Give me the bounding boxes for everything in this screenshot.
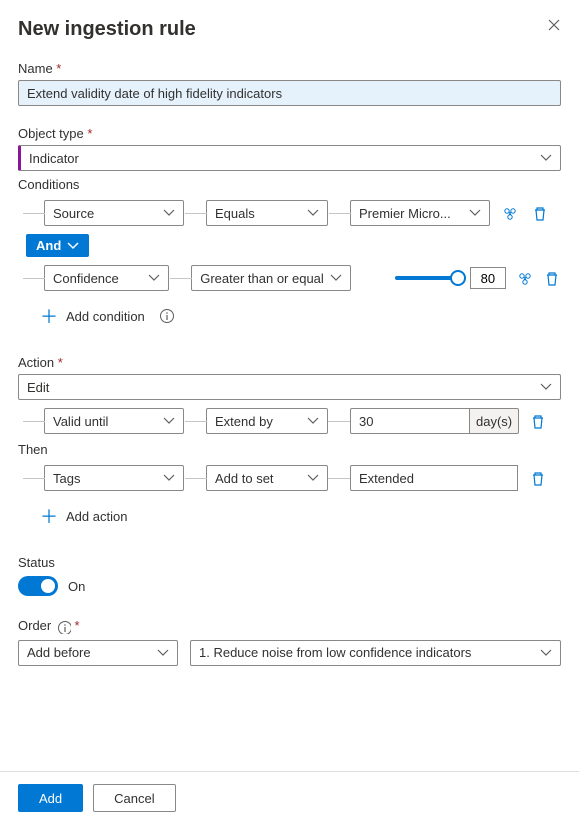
chevron-down-icon [540, 649, 552, 657]
plus-icon: ＋ [40, 503, 58, 529]
status-value: On [68, 579, 85, 594]
order-position-select[interactable]: Add before [18, 640, 178, 666]
condition-field-select[interactable]: Confidence [44, 265, 169, 291]
trash-icon [532, 205, 548, 221]
group-icon [517, 270, 533, 286]
condition-value-select[interactable]: Premier Micro... [350, 200, 490, 226]
status-label: Status [18, 555, 561, 570]
add-action-button[interactable]: ＋ Add action [40, 503, 561, 529]
action-field-select[interactable]: Tags [44, 465, 184, 491]
chevron-down-icon [540, 383, 552, 391]
confidence-slider[interactable] [395, 276, 460, 280]
object-type-select[interactable]: Indicator [18, 145, 561, 171]
action-type-select[interactable]: Edit [18, 374, 561, 400]
add-condition-button[interactable]: ＋ Add condition [40, 303, 561, 329]
add-button[interactable]: Add [18, 784, 83, 812]
action-field-select[interactable]: Valid until [44, 408, 184, 434]
action-label: Action [18, 355, 561, 370]
group-icon [502, 205, 518, 221]
chevron-down-icon [67, 242, 79, 250]
confidence-value-input[interactable] [470, 267, 506, 289]
delete-action-button[interactable] [528, 468, 548, 488]
chevron-down-icon [330, 274, 342, 282]
group-condition-button[interactable] [516, 268, 534, 288]
order-label: Order [18, 618, 561, 634]
chevron-down-icon [163, 417, 175, 425]
chevron-down-icon [307, 474, 319, 482]
trash-icon [530, 413, 546, 429]
action-value-unit: day(s) [470, 408, 519, 434]
action-op-select[interactable]: Extend by [206, 408, 328, 434]
chevron-down-icon [148, 274, 160, 282]
chevron-down-icon [469, 209, 481, 217]
plus-icon: ＋ [40, 303, 58, 329]
conditions-label: Conditions [18, 177, 561, 192]
chevron-down-icon [307, 417, 319, 425]
delete-condition-button[interactable] [530, 203, 550, 223]
trash-icon [530, 470, 546, 486]
action-value-input[interactable] [350, 465, 518, 491]
trash-icon [544, 270, 560, 286]
condition-op-select[interactable]: Greater than or equal [191, 265, 351, 291]
condition-field-select[interactable]: Source [44, 200, 184, 226]
chevron-down-icon [307, 209, 319, 217]
chevron-down-icon [163, 209, 175, 217]
action-value-input[interactable] [350, 408, 470, 434]
info-icon [57, 620, 71, 634]
then-label: Then [18, 442, 561, 457]
condition-op-select[interactable]: Equals [206, 200, 328, 226]
group-condition-button[interactable] [500, 203, 520, 223]
object-type-value: Indicator [29, 151, 534, 166]
object-type-label: Object type [18, 126, 561, 141]
action-op-select[interactable]: Add to set [206, 465, 328, 491]
order-reference-select[interactable]: 1. Reduce noise from low confidence indi… [190, 640, 561, 666]
name-input[interactable] [18, 80, 561, 106]
chevron-down-icon [163, 474, 175, 482]
delete-action-button[interactable] [528, 411, 548, 431]
panel-title: New ingestion rule [18, 18, 196, 41]
status-toggle[interactable] [18, 576, 58, 596]
chevron-down-icon [540, 154, 552, 162]
close-button[interactable] [547, 18, 561, 32]
info-icon [159, 308, 175, 324]
chevron-down-icon [157, 649, 169, 657]
condition-operator-toggle[interactable]: And [26, 234, 89, 257]
cancel-button[interactable]: Cancel [93, 784, 175, 812]
close-icon [547, 18, 561, 32]
delete-condition-button[interactable] [543, 268, 561, 288]
name-label: Name [18, 61, 561, 76]
